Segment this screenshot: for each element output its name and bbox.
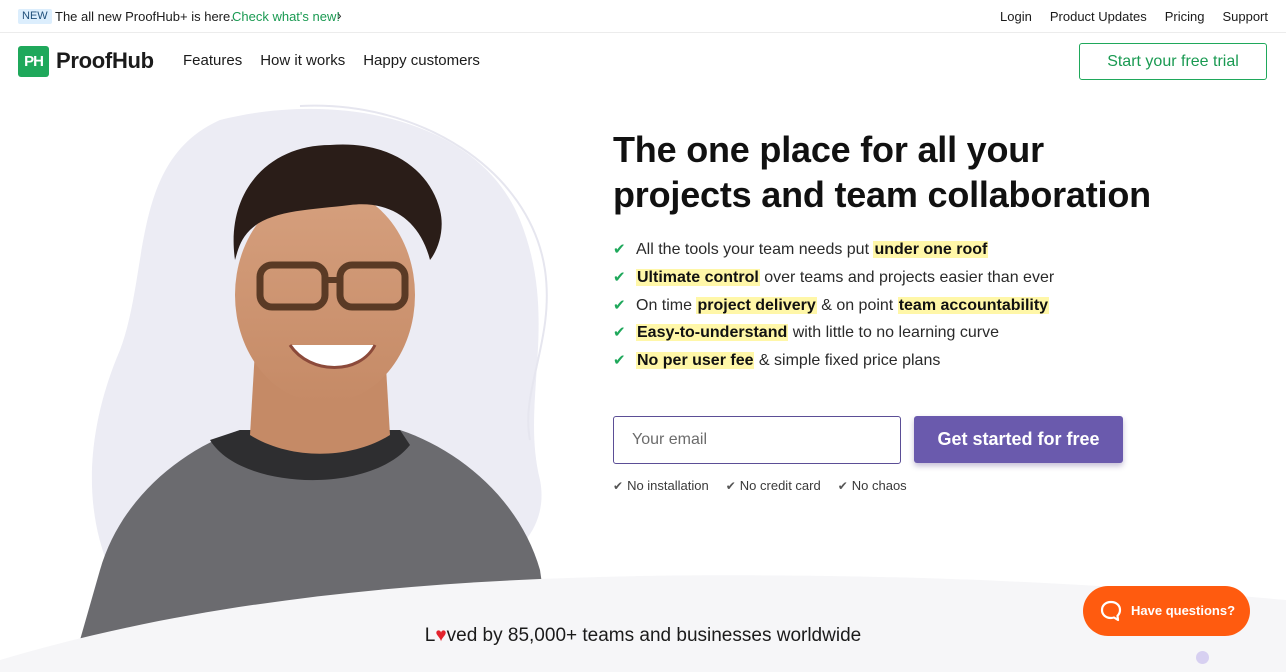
logo-text[interactable]: ProofHub	[56, 47, 154, 75]
check-icon: ✔	[613, 241, 626, 258]
decorative-dot	[1196, 651, 1209, 664]
perk-label: No installation	[627, 478, 709, 493]
get-started-button[interactable]: Get started for free	[914, 416, 1123, 463]
feature-text: & simple fixed price plans	[754, 352, 941, 370]
feature-item: ✔ Ultimate control over teams and projec…	[613, 264, 1054, 292]
hero-headline: The one place for all your projects and …	[613, 127, 1213, 217]
feature-list: ✔ All the tools your team needs put unde…	[613, 236, 1054, 375]
login-link[interactable]: Login	[1000, 9, 1032, 24]
checkmark-icon: ✔	[613, 479, 624, 493]
feature-highlight: project delivery	[696, 296, 817, 314]
checkmark-icon: ✔	[725, 479, 736, 493]
feature-highlight: under one roof	[873, 241, 989, 258]
help-label: Have questions?	[1131, 603, 1236, 618]
support-link[interactable]: Support	[1222, 9, 1268, 24]
feature-text: & on point	[816, 296, 898, 314]
feature-item: ✔ On time project delivery & on point te…	[613, 292, 1054, 320]
feature-text: All the tools your team needs put	[636, 241, 874, 258]
checkmark-icon: ✔	[837, 479, 848, 493]
check-icon: ✔	[613, 352, 626, 370]
feature-item: ✔ Easy-to-understand with little to no l…	[613, 319, 1054, 347]
nav-features[interactable]: Features	[183, 52, 242, 70]
pricing-link[interactable]: Pricing	[1165, 9, 1205, 24]
main-nav: Features How it works Happy customers	[183, 52, 480, 70]
feature-text: On time	[636, 296, 697, 314]
loved-suffix: ved by 85,000+ teams and businesses worl…	[446, 625, 862, 646]
feature-highlight: No per user fee	[636, 352, 755, 370]
feature-highlight: Easy-to-understand	[636, 324, 789, 342]
perk-label: No chaos	[851, 478, 907, 493]
perk-item: ✔ No chaos	[838, 478, 907, 494]
heart-icon: ♥	[435, 625, 447, 646]
product-updates-link[interactable]: Product Updates	[1050, 9, 1147, 24]
loved-prefix: L	[424, 625, 436, 646]
feature-item: ✔ All the tools your team needs put unde…	[613, 236, 1054, 264]
feature-text: over teams and projects easier than ever	[759, 268, 1055, 286]
help-chat-button[interactable]: Have questions?	[1083, 586, 1250, 636]
nav-happy-customers[interactable]: Happy customers	[363, 52, 480, 70]
check-icon: ✔	[613, 324, 626, 342]
feature-item: ✔ No per user fee & simple fixed price p…	[613, 347, 1054, 375]
headline-line-2: projects and team collaboration	[613, 174, 1151, 215]
perk-item: ✔ No installation	[613, 478, 709, 494]
email-input[interactable]	[613, 416, 901, 464]
headline-line-1: The one place for all your	[613, 129, 1044, 170]
announcement-text: The all new ProofHub+ is here.	[55, 9, 234, 24]
feature-highlight: Ultimate control	[636, 268, 760, 286]
check-icon: ✔	[613, 296, 626, 314]
feature-text: with little to no learning curve	[788, 324, 1000, 342]
new-badge: NEW	[18, 9, 52, 24]
hero-portrait-image	[80, 104, 550, 640]
chevron-right-icon: ›	[337, 7, 342, 23]
utility-nav: Login Product Updates Pricing Support	[1000, 9, 1268, 24]
feature-highlight: team accountability	[897, 296, 1050, 314]
logo-mark[interactable]: PH	[18, 46, 49, 77]
whats-new-link[interactable]: Check what's new!	[232, 9, 340, 24]
perk-item: ✔ No credit card	[726, 478, 821, 494]
perk-label: No credit card	[739, 478, 821, 493]
check-icon: ✔	[613, 268, 626, 286]
announcement-bar: NEW The all new ProofHub+ is here. Check…	[0, 0, 1286, 33]
start-free-trial-button[interactable]: Start your free trial	[1079, 43, 1267, 80]
chat-bubble-icon	[1100, 600, 1122, 622]
perks-list: ✔ No installation ✔ No credit card ✔ No cha…	[613, 478, 907, 494]
nav-how-it-works[interactable]: How it works	[260, 52, 345, 70]
